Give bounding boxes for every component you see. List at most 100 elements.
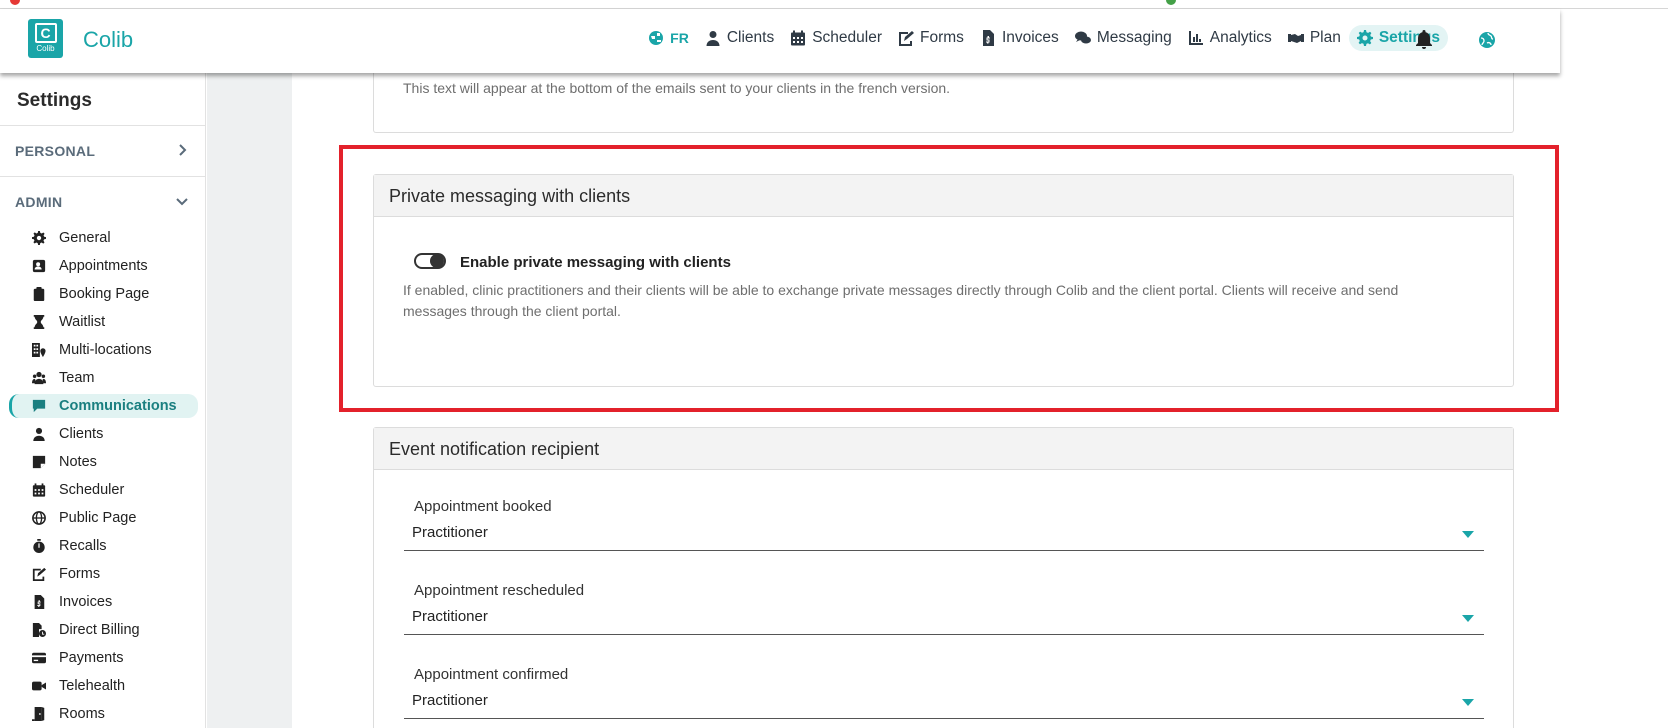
- logo-text: Colib: [36, 44, 55, 53]
- calendar-icon: [31, 482, 47, 498]
- sidebar-item-rooms[interactable]: Rooms: [9, 702, 198, 726]
- team-icon: [31, 370, 47, 386]
- clipboard-icon: [31, 286, 47, 302]
- sidebar-item-label: Team: [59, 370, 95, 386]
- sidebar-item-label: Communications: [59, 398, 177, 414]
- section-label: PERSONAL: [15, 143, 96, 159]
- sidebar-item-invoices[interactable]: Invoices: [9, 590, 198, 614]
- sidebar-item-waitlist[interactable]: Waitlist: [9, 310, 198, 334]
- sidebar-item-direct-billing[interactable]: Direct Billing: [9, 618, 198, 642]
- sidebar-item-label: Waitlist: [59, 314, 106, 330]
- sidebar-item-forms[interactable]: Forms: [9, 562, 198, 586]
- nav-label: Plan: [1309, 29, 1341, 46]
- dropdown-caret-icon[interactable]: [1462, 531, 1474, 538]
- sidebar-item-appointments[interactable]: Appointments: [9, 254, 198, 278]
- dropdown-caret-icon[interactable]: [1462, 615, 1474, 622]
- sidebar-item-public-page[interactable]: Public Page: [9, 506, 198, 530]
- user-icon: [706, 31, 720, 46]
- browser-indicator: [1166, 0, 1176, 5]
- sidebar-item-label: Rooms: [59, 706, 105, 722]
- sidebar-item-recalls[interactable]: Recalls: [9, 534, 198, 558]
- event-notification-title: Event notification recipient: [374, 428, 1513, 470]
- chevron-down-icon: [176, 198, 188, 206]
- calendar-icon: [791, 30, 806, 46]
- nav-scheduler[interactable]: Scheduler: [782, 25, 890, 51]
- event-notification-card: Event notification recipient Appointment…: [373, 427, 1514, 728]
- toggle-knob: [430, 254, 444, 268]
- form-icon: [31, 566, 47, 582]
- nav-forms[interactable]: Forms: [890, 25, 972, 51]
- sidebar-item-multi-locations[interactable]: Multi-locations: [9, 338, 198, 362]
- appointment-booked-select[interactable]: Practitioner: [404, 519, 1484, 551]
- globe-icon: [31, 510, 47, 526]
- handshake-icon: [1287, 34, 1304, 43]
- nav-label: Forms: [920, 29, 964, 46]
- invoice-icon: [982, 30, 994, 46]
- nav-invoices[interactable]: Invoices: [972, 25, 1067, 51]
- sidebar-item-label: Clients: [59, 426, 104, 442]
- sidebar-item-clients[interactable]: Clients: [9, 422, 198, 446]
- gear-icon: [31, 230, 47, 246]
- private-messaging-toggle-label[interactable]: Enable private messaging with clients: [460, 254, 731, 271]
- app-header: C Colib Colib FR Clients Scheduler Forms…: [0, 9, 1560, 73]
- top-nav: FR Clients Scheduler Forms Invoices Mess…: [640, 23, 1448, 53]
- sidebar-item-communications[interactable]: Communications: [9, 394, 198, 418]
- sticky-note-icon: [31, 454, 47, 470]
- nav-plan[interactable]: Plan: [1280, 25, 1349, 51]
- bell-icon[interactable]: [1414, 29, 1434, 49]
- section-admin[interactable]: ADMIN: [0, 176, 206, 226]
- nav-label: Invoices: [1001, 29, 1059, 46]
- nav-label: Messaging: [1096, 29, 1172, 46]
- sidebar-item-label: Telehealth: [59, 678, 126, 694]
- nav-messaging[interactable]: Messaging: [1067, 25, 1180, 51]
- email-footer-help: This text will appear at the bottom of t…: [403, 80, 951, 96]
- globe-icon: [649, 31, 664, 45]
- private-messaging-title: Private messaging with clients: [374, 175, 1513, 217]
- sidebar-item-payments[interactable]: Payments: [9, 646, 198, 670]
- sidebar-item-label: Invoices: [59, 594, 113, 610]
- nav-clients[interactable]: Clients: [697, 25, 782, 51]
- field-label: Appointment rescheduled: [414, 582, 585, 599]
- section-personal[interactable]: PERSONAL: [0, 125, 206, 175]
- nav-label: Analytics: [1209, 29, 1272, 46]
- form-icon: [899, 31, 915, 46]
- appointment-rescheduled-select[interactable]: Practitioner: [404, 603, 1484, 635]
- private-messaging-card: Private messaging with clients Enable pr…: [373, 174, 1514, 387]
- sidebar-item-general[interactable]: General: [9, 226, 198, 250]
- sidebar-item-telehealth[interactable]: Telehealth: [9, 674, 198, 698]
- settings-sidebar: Settings PERSONAL ADMIN General Appointm…: [0, 73, 206, 728]
- globe-icon[interactable]: [1478, 31, 1496, 49]
- nav-analytics[interactable]: Analytics: [1180, 25, 1280, 51]
- nav-label: Clients: [726, 29, 775, 46]
- section-label: ADMIN: [15, 194, 63, 210]
- brand-name[interactable]: Colib: [83, 27, 133, 53]
- sidebar-item-team[interactable]: Team: [9, 366, 198, 390]
- language-toggle[interactable]: FR: [640, 26, 697, 50]
- sidebar-item-label: Forms: [59, 566, 101, 582]
- billing-clock-icon: [31, 622, 47, 638]
- appointment-confirmed-select[interactable]: Practitioner: [404, 687, 1484, 719]
- sidebar-item-notes[interactable]: Notes: [9, 450, 198, 474]
- credit-card-icon: [31, 650, 47, 666]
- sidebar-item-label: Notes: [59, 454, 97, 470]
- sidebar-item-label: Booking Page: [59, 286, 150, 302]
- language-label: FR: [670, 30, 689, 46]
- dropdown-caret-icon[interactable]: [1462, 699, 1474, 706]
- sidebar-item-scheduler[interactable]: Scheduler: [9, 478, 198, 502]
- sidebar-item-label: Recalls: [59, 538, 107, 554]
- sidebar-item-booking-page[interactable]: Booking Page: [9, 282, 198, 306]
- user-icon: [31, 426, 47, 442]
- sidebar-item-label: Appointments: [59, 258, 148, 274]
- stopwatch-icon: [31, 538, 47, 554]
- invoice-icon: [31, 594, 47, 610]
- field-label: Appointment confirmed: [414, 666, 569, 683]
- logo-letter: C: [34, 23, 57, 43]
- message-icon: [31, 398, 47, 414]
- private-messaging-toggle[interactable]: [414, 253, 446, 269]
- private-messaging-help: If enabled, clinic practitioners and the…: [403, 282, 1399, 319]
- sidebar-item-label: Direct Billing: [59, 622, 140, 638]
- colib-logo[interactable]: C Colib: [28, 19, 63, 58]
- sidebar-item-label: Public Page: [59, 510, 137, 526]
- gear-icon: [1356, 30, 1373, 46]
- sidebar-item-label: Payments: [59, 650, 124, 666]
